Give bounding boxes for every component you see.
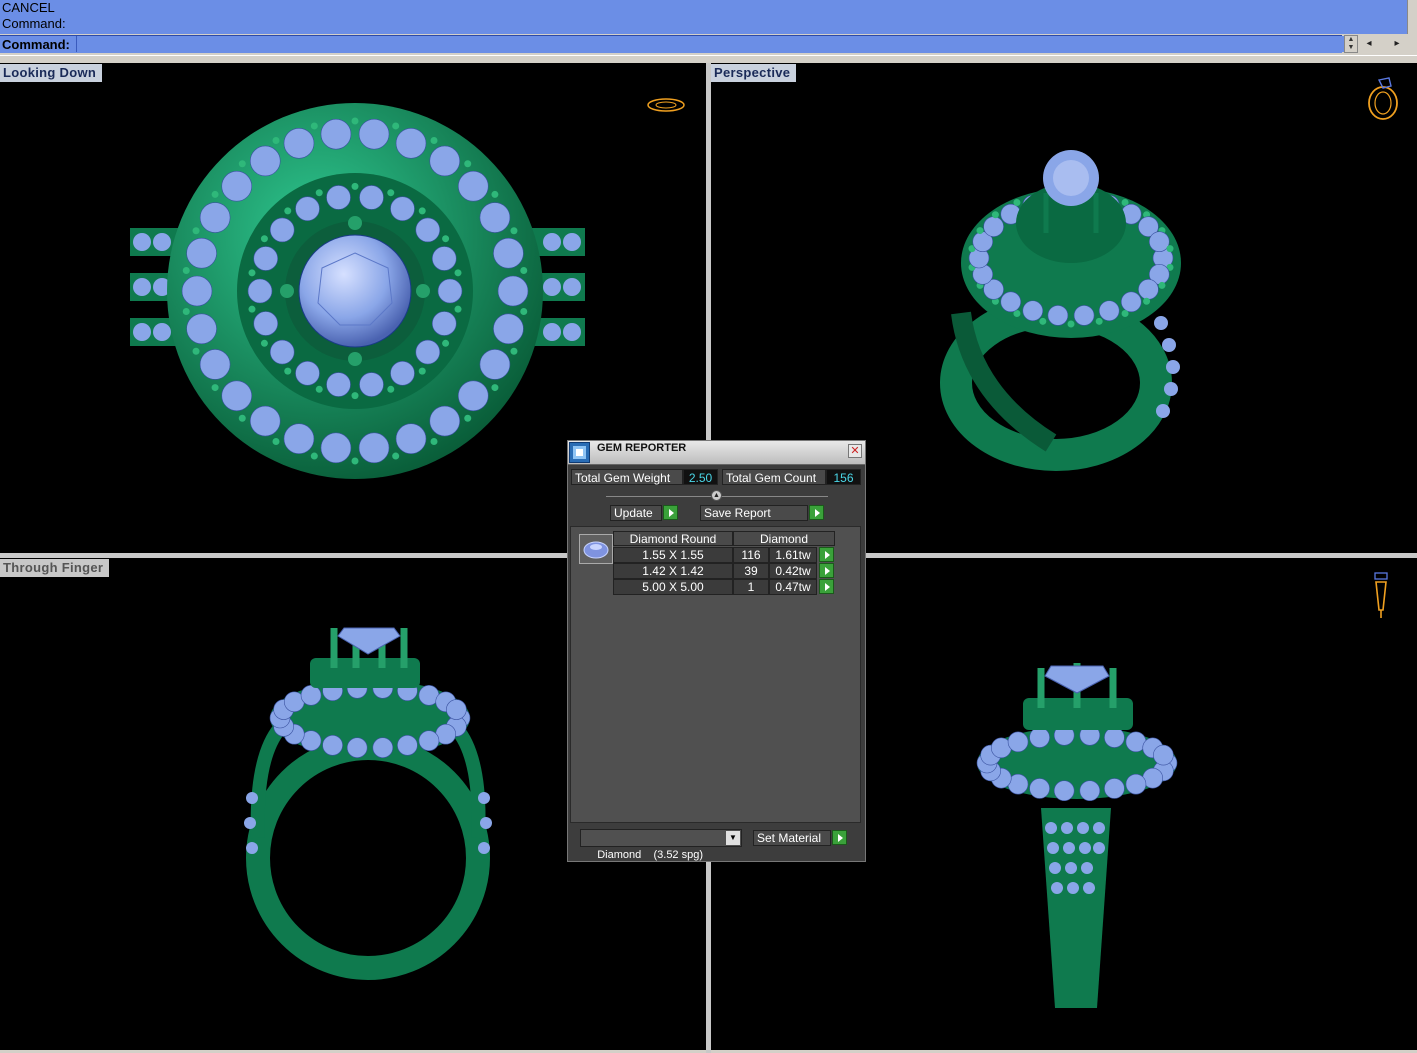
viewport-label: Through Finger [0,559,110,577]
update-go-icon[interactable] [663,505,678,520]
update-button[interactable]: Update [610,505,662,521]
set-material-go-icon[interactable] [832,830,847,845]
update-button-label: Update [614,506,653,520]
gem-weight-cell: 1.61tw [769,547,817,563]
save-report-go-icon[interactable] [809,505,824,520]
command-history: CANCEL Command: [0,0,1408,34]
back-arrow-icon[interactable]: ◂ [1360,36,1378,52]
orientation-side-icon [1374,572,1388,618]
close-icon[interactable]: ✕ [848,444,862,458]
total-gem-count-label: Total Gem Count [722,469,826,485]
row-select-icon[interactable] [819,547,834,562]
total-gem-weight-label: Total Gem Weight [571,469,683,485]
gem-size-cell: 5.00 X 5.00 [613,579,733,595]
gem-count-cell: 39 [733,563,769,579]
set-material-button-label: Set Material [757,831,822,845]
row-select-icon[interactable] [819,563,834,578]
material-select-value: Diamond (3.52 spg) [597,849,704,861]
gem-reporter-titlebar[interactable]: GEM REPORTER ✕ [568,441,865,465]
gem-weight-cell: 0.47tw [769,579,817,595]
save-report-button[interactable]: Save Report [700,505,808,521]
gem-count-cell: 116 [733,547,769,563]
gem-table-panel: Diamond Round Diamond 1.55 X 1.55 116 1.… [570,526,861,823]
collapse-knob-icon[interactable]: ▲ [711,490,722,501]
row-select-icon[interactable] [819,579,834,594]
chevron-down-icon[interactable]: ▼ [726,831,740,845]
gem-reporter-title: GEM REPORTER [597,442,687,454]
command-area: CANCEL Command: Command: ▲ ▼ ◂ ▸ [0,0,1417,64]
gem-reporter-dialog: GEM REPORTER ✕ Total Gem Weight 2.50 Tot… [567,440,866,862]
forward-arrow-icon[interactable]: ▸ [1388,36,1406,52]
diamond-round-icon [579,534,613,564]
command-scroll-spinner[interactable]: ▲ ▼ [1344,35,1358,53]
table-header-material: Diamond [733,531,835,546]
command-prompt-label: Command: [2,37,70,52]
command-history-line: Command: [2,16,66,31]
viewport-label: Perspective [711,64,797,82]
material-select[interactable]: Diamond (3.52 spg) ▼ [580,829,742,861]
gem-size-cell: 1.42 X 1.42 [613,563,733,579]
total-gem-count-value: 156 [826,469,861,485]
orientation-top-icon [647,98,685,112]
total-gem-weight-value: 2.50 [683,469,718,485]
table-header-shape: Diamond Round [613,531,733,546]
gem-size-cell: 1.55 X 1.55 [613,547,733,563]
gem-weight-cell: 0.42tw [769,563,817,579]
orientation-perspective-icon [1368,77,1398,120]
gem-count-cell: 1 [733,579,769,595]
command-history-line: CANCEL [2,0,55,15]
command-input[interactable] [76,36,1349,52]
set-material-button[interactable]: Set Material [753,830,831,846]
viewport-label: Looking Down [0,64,103,82]
gem-reporter-logo-icon [569,442,590,463]
save-report-button-label: Save Report [704,506,771,520]
command-line: Command: [0,35,1349,53]
